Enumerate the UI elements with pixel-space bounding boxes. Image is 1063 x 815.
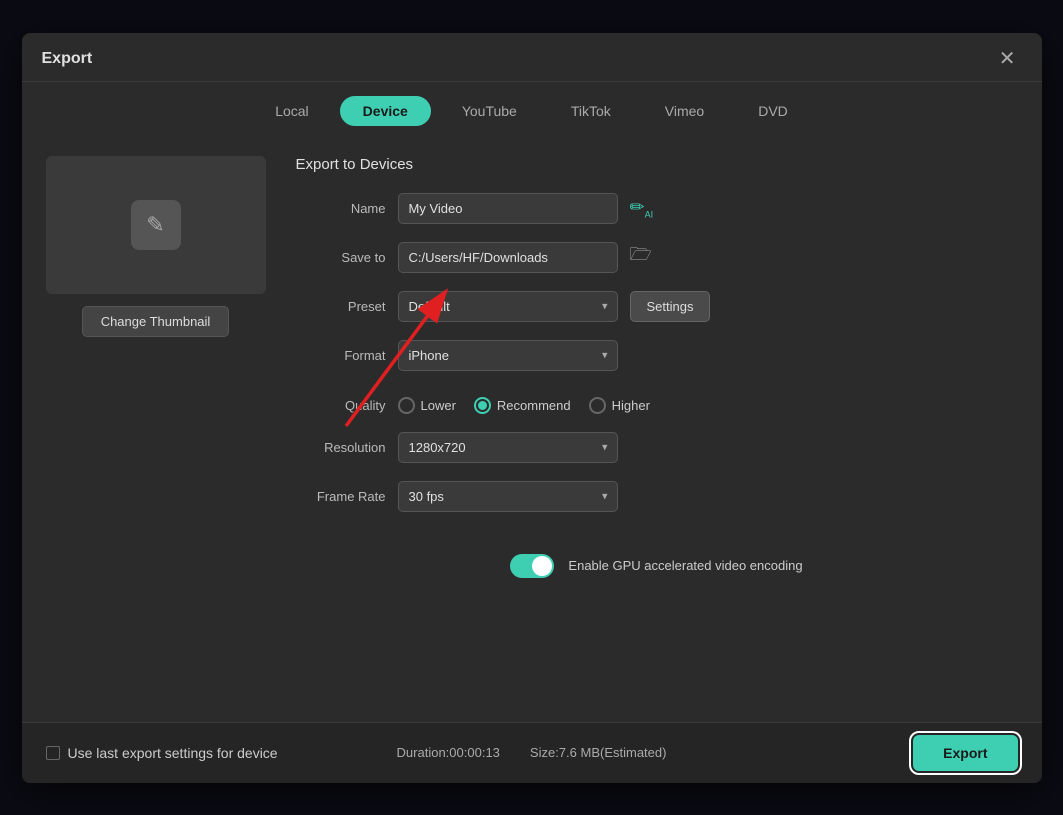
frame-rate-label: Frame Rate (296, 489, 386, 504)
quality-lower[interactable]: Lower (398, 397, 456, 414)
preset-label: Preset (296, 299, 386, 314)
settings-button[interactable]: Settings (630, 291, 711, 322)
format-row: Format iPhone ▾ (296, 340, 1018, 371)
footer-center: Duration:00:00:13 Size:7.6 MB(Estimated) (397, 745, 667, 760)
last-settings-label: Use last export settings for device (68, 745, 278, 761)
last-settings-checkbox-wrap[interactable]: Use last export settings for device (46, 745, 278, 761)
dialog-footer: Use last export settings for device Dura… (22, 722, 1042, 783)
thumbnail-panel: ✎ Change Thumbnail (46, 156, 266, 588)
close-button[interactable]: ✕ (993, 47, 1022, 71)
last-settings-checkbox[interactable] (46, 746, 60, 760)
quality-higher[interactable]: Higher (589, 397, 650, 414)
quality-lower-label: Lower (421, 398, 456, 413)
gpu-toggle-row: Enable GPU accelerated video encoding (296, 554, 1018, 578)
name-row: Name ✏︎AI (296, 193, 1018, 224)
name-input[interactable] (398, 193, 618, 224)
quality-lower-radio[interactable] (398, 397, 415, 414)
quality-higher-label: Higher (612, 398, 650, 413)
quality-row: Quality Lower Recommend Higher (296, 397, 1018, 414)
thumbnail-edit-icon: ✎ (131, 200, 181, 250)
format-select[interactable]: iPhone (398, 340, 618, 371)
resolution-select-wrap: 1280x720 ▾ (398, 432, 618, 463)
save-to-row: Save to 🗁 (296, 242, 1018, 273)
dialog-body: ✎ Change Thumbnail Export to Devices Nam… (22, 136, 1042, 608)
save-to-input[interactable] (398, 242, 618, 273)
form-panel: Export to Devices Name ✏︎AI Save to 🗁 Pr… (296, 156, 1018, 588)
quality-label: Quality (296, 398, 386, 413)
gpu-label: Enable GPU accelerated video encoding (568, 558, 802, 573)
tabs-bar: Local Device YouTube TikTok Vimeo DVD (22, 82, 1042, 136)
tab-device[interactable]: Device (340, 96, 431, 126)
frame-rate-select[interactable]: 30 fps (398, 481, 618, 512)
frame-rate-row: Frame Rate 30 fps ▾ (296, 481, 1018, 512)
frame-rate-select-wrap: 30 fps ▾ (398, 481, 618, 512)
quality-higher-radio[interactable] (589, 397, 606, 414)
export-dialog: Export ✕ Local Device YouTube TikTok Vim… (22, 33, 1042, 783)
dialog-titlebar: Export ✕ (22, 33, 1042, 82)
footer-left: Use last export settings for device (46, 745, 278, 761)
section-title: Export to Devices (296, 156, 1018, 173)
tab-dvd[interactable]: DVD (735, 96, 811, 126)
dialog-title: Export (42, 50, 93, 68)
tab-vimeo[interactable]: Vimeo (642, 96, 727, 126)
size-label: Size:7.6 MB(Estimated) (530, 745, 667, 760)
change-thumbnail-button[interactable]: Change Thumbnail (82, 306, 230, 337)
thumbnail-preview: ✎ (46, 156, 266, 294)
format-select-wrap: iPhone ▾ (398, 340, 618, 371)
quality-recommend-label: Recommend (497, 398, 571, 413)
resolution-select[interactable]: 1280x720 (398, 432, 618, 463)
folder-icon[interactable]: 🗁 (630, 242, 652, 272)
preset-row: Preset Default ▾ Settings (296, 291, 1018, 322)
quality-options: Lower Recommend Higher (398, 397, 650, 414)
resolution-row: Resolution 1280x720 ▾ (296, 432, 1018, 463)
preset-select[interactable]: Default (398, 291, 618, 322)
export-button[interactable]: Export (913, 735, 1017, 771)
preset-select-wrap: Default ▾ (398, 291, 618, 322)
tab-youtube[interactable]: YouTube (439, 96, 540, 126)
ai-icon[interactable]: ✏︎AI (630, 197, 654, 220)
tab-local[interactable]: Local (252, 96, 331, 126)
format-label: Format (296, 348, 386, 363)
save-to-label: Save to (296, 250, 386, 265)
duration-label: Duration:00:00:13 (397, 745, 500, 760)
toggle-knob (532, 556, 552, 576)
quality-recommend[interactable]: Recommend (474, 397, 571, 414)
resolution-label: Resolution (296, 440, 386, 455)
gpu-toggle[interactable] (510, 554, 554, 578)
tab-tiktok[interactable]: TikTok (548, 96, 634, 126)
name-label: Name (296, 201, 386, 216)
quality-recommend-radio[interactable] (474, 397, 491, 414)
